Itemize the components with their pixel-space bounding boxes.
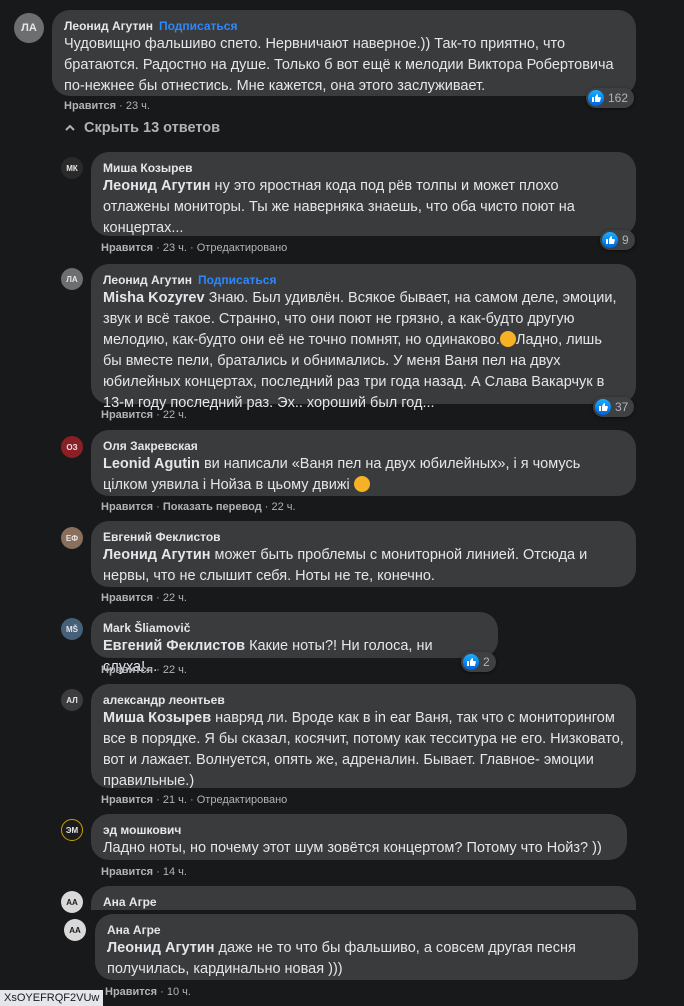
follow-link[interactable]: Подписаться xyxy=(159,19,237,33)
like-link[interactable]: Нравится xyxy=(64,100,116,112)
reaction-count[interactable]: 162 xyxy=(586,88,635,108)
reply-author[interactable]: Миша Козырев xyxy=(103,160,624,176)
like-link[interactable]: Нравится xyxy=(101,409,153,421)
mention-link[interactable]: Евгений Феклистов xyxy=(103,638,245,654)
avatar[interactable]: АА xyxy=(61,891,83,913)
reply-bubble: эд мошкович Ладно ноты, но почему этот ш… xyxy=(91,814,627,860)
like-link[interactable]: Нравится xyxy=(101,242,153,254)
comment-text: Чудовищно фальшиво спето. Нервничают нав… xyxy=(64,36,614,94)
timestamp[interactable]: 22 ч. xyxy=(271,501,295,513)
like-icon xyxy=(463,654,479,670)
reply-bubble: Леонид Агутин Подписаться Misha Kozyrev З… xyxy=(91,264,636,411)
reply-author[interactable]: александр леонтьев xyxy=(103,692,624,708)
reaction-count[interactable]: 9 xyxy=(600,230,635,250)
timestamp[interactable]: 23 ч. xyxy=(126,100,150,112)
mention-link[interactable]: Миша Козырев xyxy=(103,710,211,726)
reply-author[interactable]: Ана Агре xyxy=(103,894,624,910)
timestamp[interactable]: 23 ч. xyxy=(163,242,187,254)
avatar[interactable]: ЕФ xyxy=(61,527,83,549)
reply-author[interactable]: Оля Закревская xyxy=(103,438,624,454)
reply-author[interactable]: Ана Агре xyxy=(107,922,626,938)
avatar[interactable]: АА xyxy=(64,919,86,941)
mention-link[interactable]: Леонид Агутин xyxy=(103,178,211,194)
like-icon xyxy=(602,232,618,248)
comment-bubble: Леонид Агутин Подписаться Чудовищно фальш… xyxy=(52,10,636,96)
avatar[interactable]: MŠ xyxy=(61,618,83,640)
like-link[interactable]: Нравится xyxy=(101,592,153,604)
like-icon xyxy=(588,90,604,106)
like-link[interactable]: Нравится xyxy=(101,866,153,878)
hide-replies-button[interactable]: Скрыть 13 ответов xyxy=(64,120,220,136)
mention-link[interactable]: Misha Kozyrev xyxy=(103,290,205,306)
comment-meta: Нравится · 23 ч. xyxy=(64,100,150,112)
follow-link[interactable]: Подписаться xyxy=(198,273,276,287)
reaction-number: 162 xyxy=(608,91,629,105)
edited-label: Отредактировано xyxy=(196,242,288,254)
comment-author[interactable]: Леонид Агутин xyxy=(64,19,153,33)
avatar[interactable]: ОЗ xyxy=(61,436,83,458)
mention-link[interactable]: Леонид Агутин xyxy=(103,547,211,563)
reply-author[interactable]: Леонид Агутин xyxy=(103,273,192,287)
reaction-count[interactable]: 37 xyxy=(593,397,635,417)
avatar[interactable]: ЛА xyxy=(14,13,44,43)
reply-meta: Нравится · 22 ч. xyxy=(101,592,187,604)
reply-author[interactable]: Mark Šliamovič xyxy=(103,620,486,636)
reply-author[interactable]: эд мошкович xyxy=(103,822,615,838)
like-link[interactable]: Нравится xyxy=(101,794,153,806)
reply-meta: Нравится · 23 ч. · Отредактировано xyxy=(101,242,288,254)
footer-label: XsOYEFRQF2VUw xyxy=(0,990,104,1006)
avatar[interactable]: МК xyxy=(61,157,83,179)
edited-label: Отредактировано xyxy=(196,794,288,806)
reply-bubble: Mark Šliamovič Евгений Феклистов Какие н… xyxy=(91,612,498,675)
mention-link[interactable]: Leonid Agutin xyxy=(103,456,200,472)
reaction-number: 37 xyxy=(615,400,629,414)
like-icon xyxy=(595,399,611,415)
reaction-number: 2 xyxy=(483,655,490,669)
reply-bubble: Оля Закревская Leonid Agutin ви написали… xyxy=(91,430,636,496)
timestamp[interactable]: 10 ч. xyxy=(167,986,191,998)
reply-meta: Нравится · 22 ч. xyxy=(101,409,187,421)
avatar[interactable]: ЛА xyxy=(61,268,83,290)
timestamp[interactable]: 22 ч. xyxy=(163,592,187,604)
timestamp[interactable]: 21 ч. xyxy=(163,794,187,806)
reply-meta: Нравится · 21 ч. · Отредактировано xyxy=(101,794,288,806)
timestamp[interactable]: 14 ч. xyxy=(163,866,187,878)
avatar[interactable]: ЭМ xyxy=(61,819,83,841)
reply-bubble: Миша Козырев Леонид Агутин ну это яростн… xyxy=(91,152,636,236)
reply-meta: Нравится · Показать перевод · 22 ч. xyxy=(101,501,296,513)
reply-meta: Нравится · 22 ч. xyxy=(101,664,187,676)
reply-author[interactable]: Евгений Феклистов xyxy=(103,529,624,545)
hide-replies-label: Скрыть 13 ответов xyxy=(84,120,221,136)
reply-text: Ладно ноты, но почему этот шум зовётся к… xyxy=(103,840,602,856)
sunglasses-emoji-icon xyxy=(353,476,370,492)
reply-bubble: александр леонтьев Миша Козырев навряд л… xyxy=(91,684,636,789)
chevron-up-icon xyxy=(65,124,75,131)
timestamp[interactable]: 22 ч. xyxy=(163,409,187,421)
translate-link[interactable]: Показать перевод xyxy=(163,501,262,513)
avatar[interactable]: АЛ xyxy=(61,689,83,711)
reaction-number: 9 xyxy=(622,233,629,247)
reply-bubble: Ана Агре xyxy=(91,886,636,910)
like-link[interactable]: Нравится xyxy=(105,986,157,998)
reply-meta: Нравится · 14 ч. xyxy=(101,866,187,878)
reply-bubble: Ана Агре Леонид Агутин даже не то что бы… xyxy=(95,914,638,980)
mention-link[interactable]: Леонид Агутин xyxy=(107,940,215,956)
reaction-count[interactable]: 2 xyxy=(461,652,496,672)
grinning-emoji-icon xyxy=(499,331,516,347)
timestamp[interactable]: 22 ч. xyxy=(163,664,187,676)
like-link[interactable]: Нравится xyxy=(101,664,153,676)
reply-bubble: Евгений Феклистов Леонид Агутин может бы… xyxy=(91,521,636,587)
reply-meta: Нравится · 10 ч. xyxy=(105,986,191,998)
like-link[interactable]: Нравится xyxy=(101,501,153,513)
